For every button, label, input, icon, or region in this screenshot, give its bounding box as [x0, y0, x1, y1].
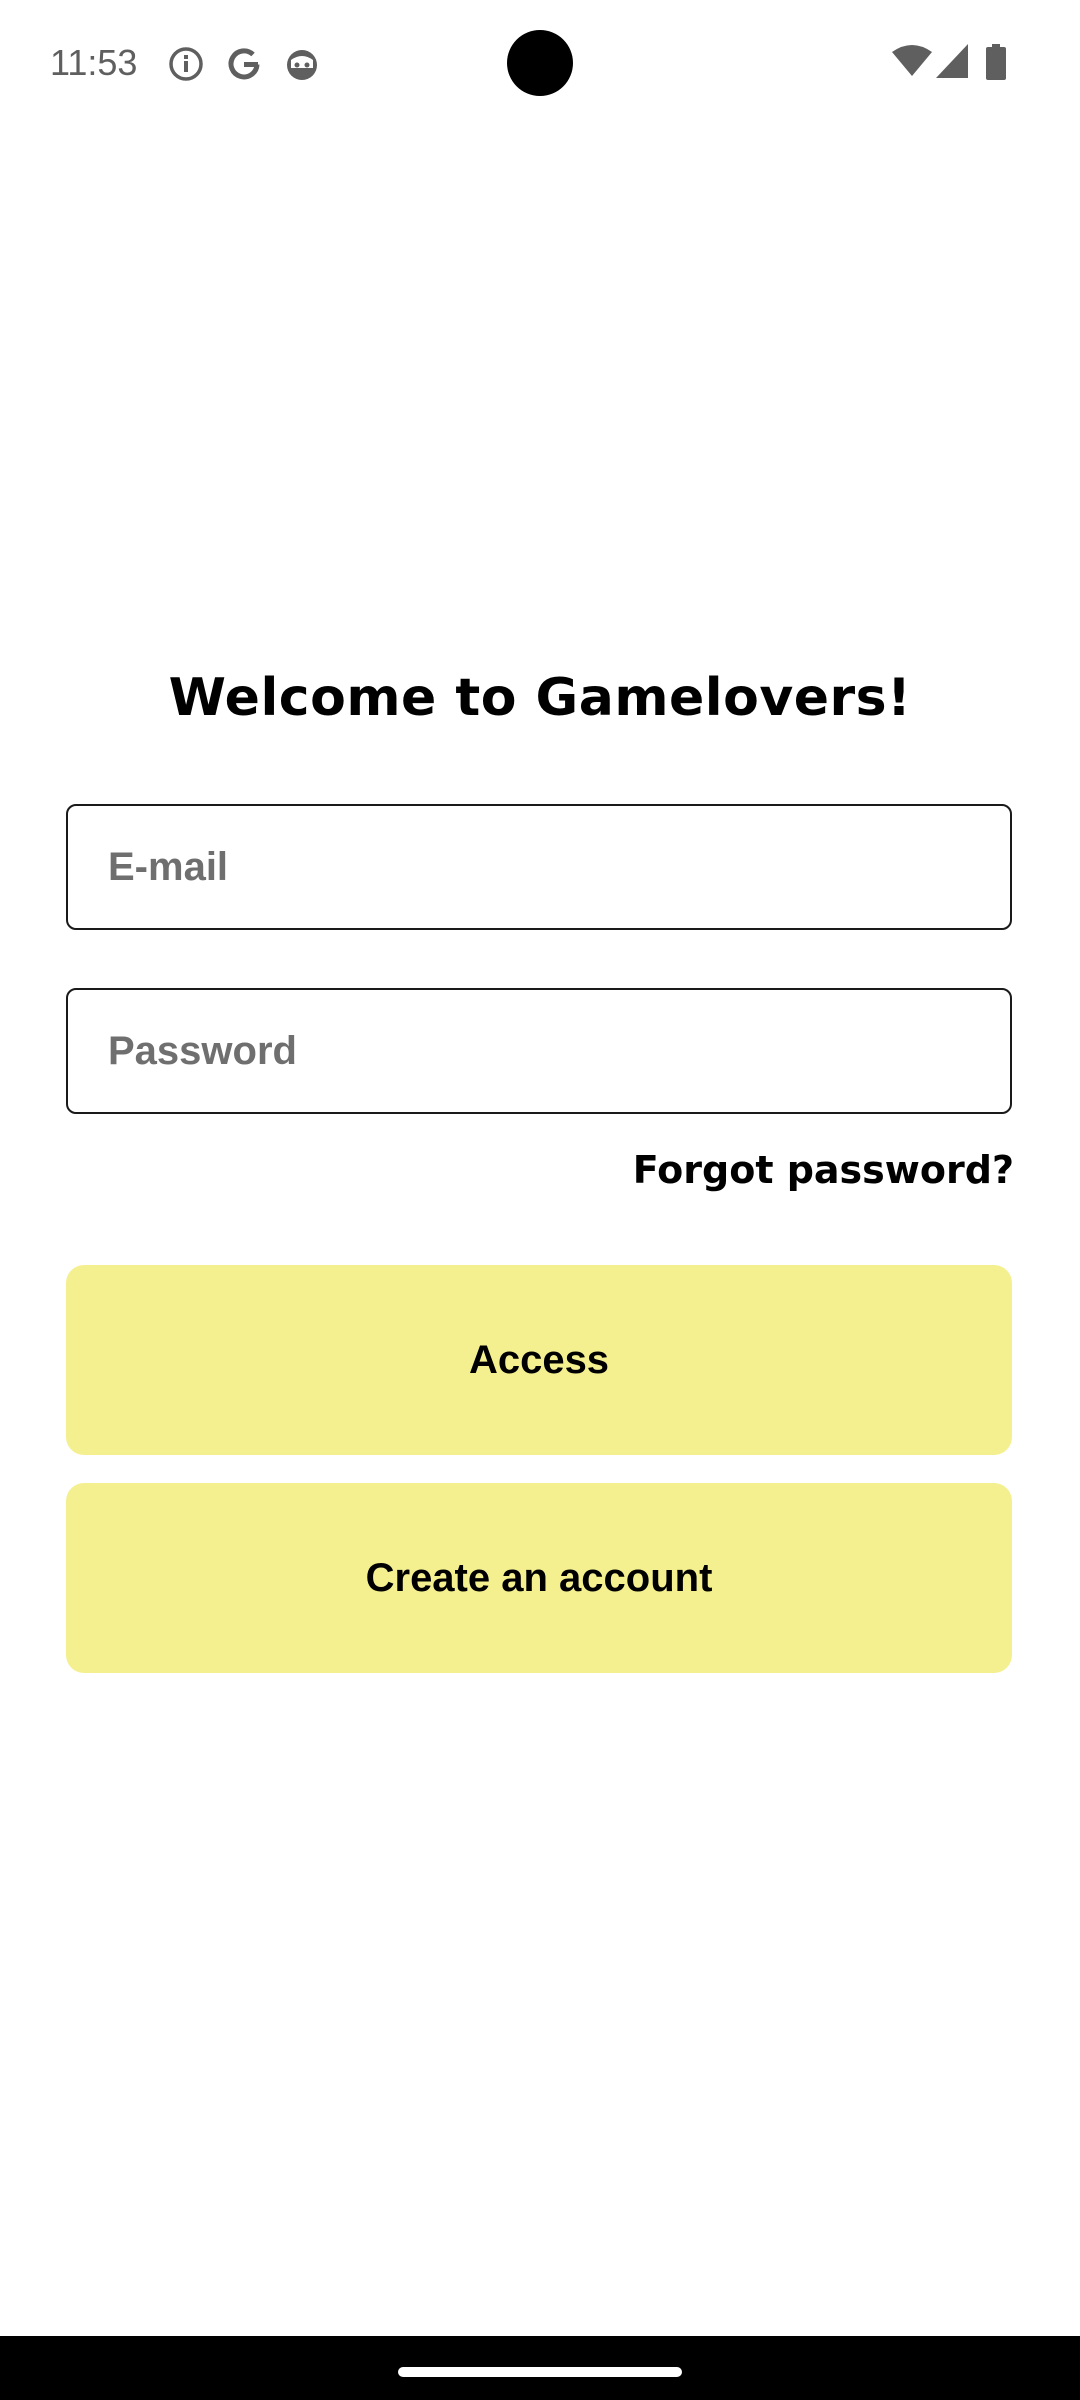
info-icon	[168, 46, 204, 82]
email-input[interactable]	[68, 806, 1010, 928]
cat-face-icon	[284, 46, 320, 82]
battery-icon	[986, 44, 1006, 85]
password-input[interactable]	[68, 990, 1010, 1112]
wifi-icon	[892, 44, 932, 83]
camera-cutout	[507, 30, 573, 96]
status-time: 11:53	[50, 42, 138, 83]
email-field[interactable]	[66, 804, 1012, 930]
login-screen: 11:53 Welcome to Gamelovers! E-mail Forg…	[0, 0, 1080, 2400]
cellular-signal-icon	[936, 44, 968, 83]
page-title: Welcome to Gamelovers!	[168, 668, 912, 728]
status-bar: 11:53	[0, 0, 1080, 130]
access-button[interactable]: Access	[66, 1265, 1012, 1455]
home-gesture-handle[interactable]	[398, 2367, 682, 2377]
forgot-password-link[interactable]: Forgot password?	[633, 1148, 1014, 1192]
google-icon	[226, 46, 262, 82]
password-field[interactable]	[66, 988, 1012, 1114]
create-account-button[interactable]: Create an account	[66, 1483, 1012, 1673]
